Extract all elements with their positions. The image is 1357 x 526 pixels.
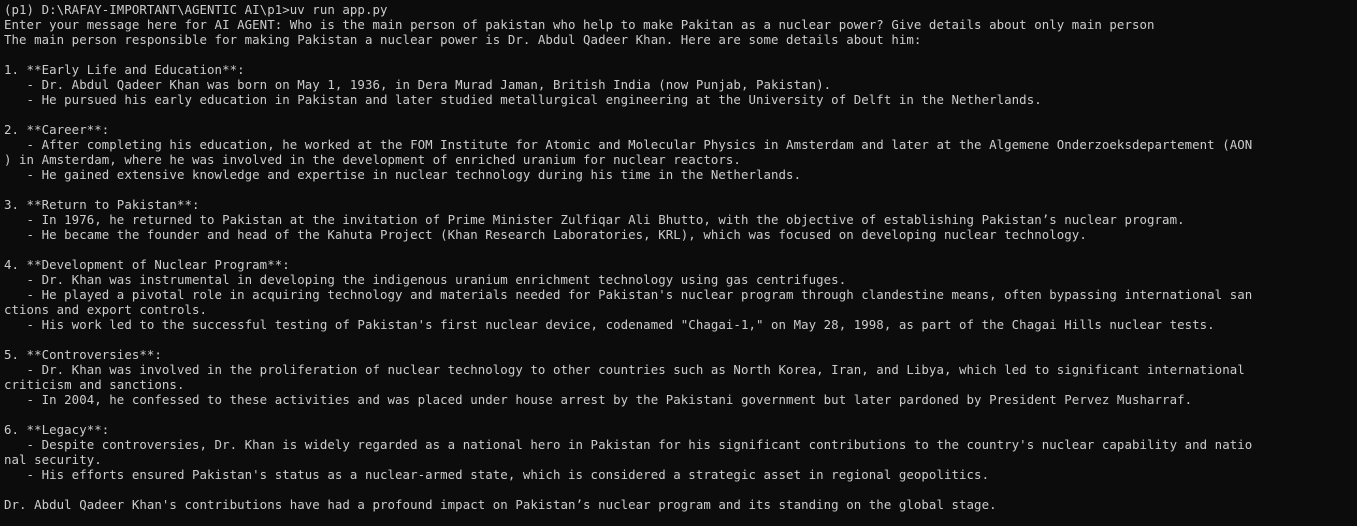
output-line: - His efforts ensured Pakistan's status … (4, 467, 990, 482)
output-line: - Dr. Khan was instrumental in developin… (4, 272, 847, 287)
prompt-command-line: (p1) D:\RAFAY-IMPORTANT\AGENTIC AI\p1>uv… (4, 2, 388, 17)
output-line: ) in Amsterdam, where he was involved in… (4, 152, 741, 167)
section-heading-return: 3. **Return to Pakistan**: (4, 197, 200, 212)
output-line: nal security. (4, 452, 102, 467)
output-line: - Despite controversies, Dr. Khan is wid… (4, 437, 1253, 452)
section-heading-early-life: 1. **Early Life and Education**: (4, 62, 245, 77)
output-line: - In 2004, he confessed to these activit… (4, 392, 1193, 407)
output-line: criticism and sanctions. (4, 377, 185, 392)
output-line: - In 1976, he returned to Pakistan at th… (4, 212, 1185, 227)
output-line: - He pursued his early education in Paki… (4, 92, 1042, 107)
output-line: - After completing his education, he wor… (4, 137, 1253, 152)
terminal-output[interactable]: (p1) D:\RAFAY-IMPORTANT\AGENTIC AI\p1>uv… (0, 0, 1357, 526)
response-conclusion-line: Dr. Abdul Qadeer Khan's contributions ha… (4, 497, 997, 512)
output-line: - His work led to the successful testing… (4, 317, 1215, 332)
user-message-line: Enter your message here for AI AGENT: Wh… (4, 17, 1155, 32)
section-heading-career: 2. **Career**: (4, 122, 110, 137)
output-line: - Dr. Khan was involved in the prolifera… (4, 362, 1245, 377)
response-intro-line: The main person responsible for making P… (4, 32, 922, 47)
output-line: - Dr. Abdul Qadeer Khan was born on May … (4, 77, 832, 92)
output-line: ctions and export controls. (4, 302, 208, 317)
section-heading-controversies: 5. **Controversies**: (4, 347, 162, 362)
output-line: - He gained extensive knowledge and expe… (4, 167, 802, 182)
section-heading-legacy: 6. **Legacy**: (4, 422, 110, 437)
section-heading-development: 4. **Development of Nuclear Program**: (4, 257, 290, 272)
output-line: - He became the founder and head of the … (4, 227, 1087, 242)
output-line: - He played a pivotal role in acquiring … (4, 287, 1253, 302)
